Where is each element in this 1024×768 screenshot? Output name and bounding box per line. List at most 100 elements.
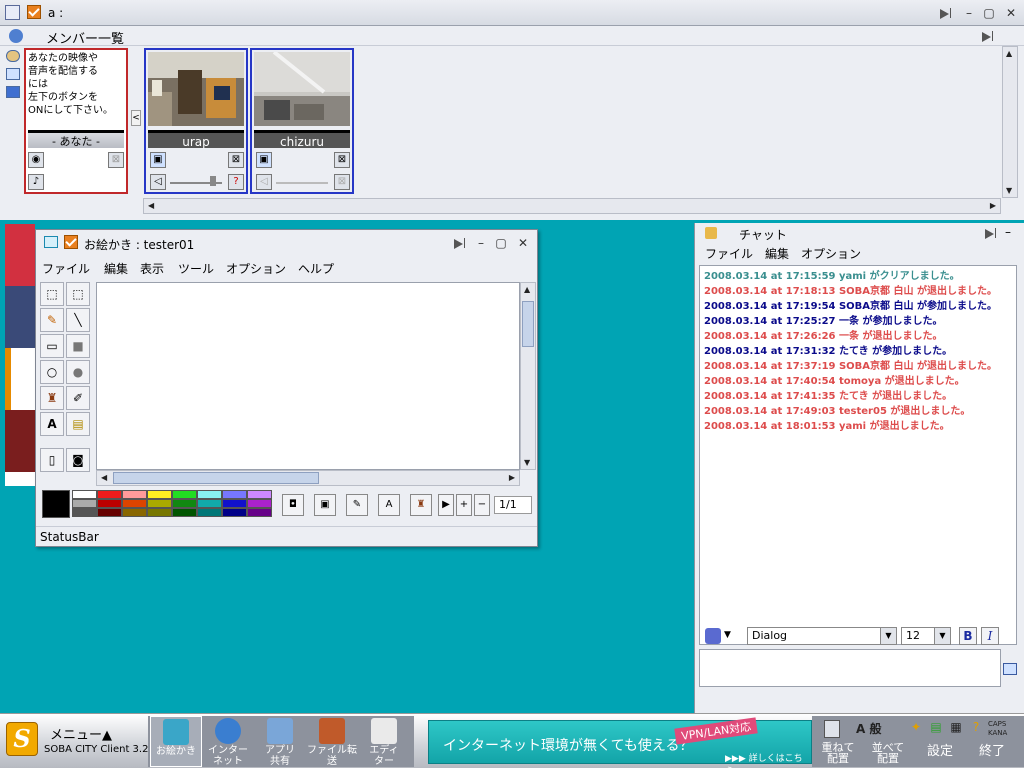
font-size-select[interactable]: 12 ▼ [901,627,951,645]
italic-button[interactable]: I [981,627,999,645]
camera-mode-icon[interactable] [6,50,20,62]
menu-view[interactable]: 表示 [140,260,164,277]
color-swatch[interactable] [97,490,122,499]
minimize-button[interactable]: – [472,234,490,252]
video-toggle-button[interactable]: ▣ [256,152,272,168]
settings-button[interactable]: 設定 [920,745,960,758]
fullscreen-icon[interactable]: ⊠ [228,152,244,168]
minimize-button[interactable]: – [1005,225,1011,239]
color-swatch[interactable] [172,499,197,508]
window-icon[interactable] [5,5,20,20]
color-swatch[interactable] [172,490,197,499]
color-swatch[interactable] [147,490,172,499]
member-horizontal-scrollbar[interactable]: ◀ ▶ [143,198,1001,214]
large-view-icon[interactable] [6,86,20,98]
checkbox-icon[interactable] [27,5,41,19]
color-swatch[interactable] [72,508,97,517]
chevron-down-icon[interactable]: ▼ [880,628,896,644]
stamp-tool-icon[interactable]: ♜ [40,386,64,410]
color-swatch[interactable] [97,508,122,517]
lasso-tool-icon[interactable]: ⬚ [66,282,90,306]
pencil-tool-icon[interactable]: ✎ [40,308,64,332]
detach-icon[interactable] [985,227,999,239]
color-swatch[interactable] [247,499,272,508]
bold-button[interactable]: B [959,627,977,645]
detach-icon[interactable] [982,30,996,42]
scroll-right-icon[interactable]: ▶ [509,473,515,482]
menu-options[interactable]: オプション [801,245,861,262]
color-swatch[interactable] [122,499,147,508]
menu-options[interactable]: オプション [226,260,286,277]
color-swatch[interactable] [172,508,197,517]
menu-tools[interactable]: ツール [178,260,214,277]
ime-indicator[interactable]: A 般 [856,720,896,738]
maximize-button[interactable]: ▢ [492,234,510,252]
close-button[interactable]: ✕ [1002,4,1020,22]
color-swatch[interactable] [222,508,247,517]
checkbox-icon[interactable] [64,235,78,249]
app-share-button[interactable]: アプリ 共有 [254,716,306,767]
camera-toggle-button[interactable]: ◉ [28,152,44,168]
color-swatch[interactable] [222,499,247,508]
menu-file[interactable]: ファイル [42,260,90,277]
chevron-down-icon[interactable]: ▼ [934,628,950,644]
mic-toggle-button[interactable]: ♪ [28,174,44,190]
chat-input-field[interactable] [699,649,1001,687]
scroll-down-icon[interactable]: ▼ [1006,186,1012,195]
capture-icon[interactable]: ◙ [66,448,90,472]
color-swatch[interactable] [97,499,122,508]
layer-icon[interactable]: ▣ [314,494,336,516]
color-swatch[interactable] [147,499,172,508]
color-swatch[interactable] [122,508,147,517]
volume-slider[interactable] [276,182,328,184]
pen-width-icon[interactable]: ✎ [346,494,368,516]
next-page-button[interactable]: ▶ [438,494,454,516]
ime-tool-icon[interactable]: ✦ [908,720,924,738]
maximize-button[interactable]: ▢ [980,4,998,22]
exit-button[interactable]: 終了 [972,745,1012,758]
ellipse-tool-icon[interactable]: ○ [40,360,64,384]
canvas-vertical-scrollbar[interactable]: ▲ ▼ [520,282,536,470]
detach-icon[interactable] [454,237,468,249]
line-tool-icon[interactable]: ╲ [66,308,90,332]
minimize-button[interactable]: – [960,4,978,22]
volume-slider-thumb[interactable] [210,176,216,186]
text-tool-icon[interactable]: A [40,412,64,436]
color-swatch[interactable] [247,508,272,517]
scroll-up-icon[interactable]: ▲ [1006,49,1012,58]
editor-app-button[interactable]: エディ ター [358,716,410,767]
dictionary-icon[interactable]: ▤ [928,720,944,738]
video-toggle-button[interactable]: ▣ [150,152,166,168]
eyedropper-tool-icon[interactable]: ✐ [66,386,90,410]
window-cascade-icon[interactable] [824,720,840,738]
stamp-settings-icon[interactable]: ♜ [410,494,432,516]
menu-file[interactable]: ファイル [705,245,753,262]
scroll-thumb[interactable] [522,301,534,347]
canvas-horizontal-scrollbar[interactable]: ◀ ▶ [96,470,520,486]
filled-ellipse-tool-icon[interactable]: ● [66,360,90,384]
collapse-button[interactable]: < [131,110,141,126]
scroll-left-icon[interactable]: ◀ [101,473,107,482]
help-icon[interactable]: ? [968,720,984,738]
color-swatch[interactable] [197,508,222,517]
fullscreen-icon[interactable]: ⊠ [334,174,350,190]
drawing-canvas[interactable] [96,282,520,470]
speaker-icon[interactable]: ◁ [150,174,166,190]
rectangle-tool-icon[interactable]: ▭ [40,334,64,358]
add-page-button[interactable]: + [456,494,472,516]
banner-more-link[interactable]: ▶▶▶ 詳しくはこちら [725,751,811,768]
keyboard-icon[interactable]: ▦ [948,720,964,738]
send-icon[interactable] [1003,663,1017,675]
color-swatch[interactable] [197,490,222,499]
cascade-button[interactable]: 重ねて 配置 [818,742,858,764]
tile-button[interactable]: 並べて 配置 [868,742,908,764]
color-swatch[interactable] [197,499,222,508]
scroll-right-icon[interactable]: ▶ [990,201,996,210]
scroll-thumb[interactable] [113,472,319,484]
scroll-up-icon[interactable]: ▲ [524,285,530,294]
emoticon-icon[interactable] [705,628,721,644]
font-settings-icon[interactable]: A [378,494,400,516]
fullscreen-icon[interactable]: ⊠ [108,152,124,168]
detach-icon[interactable] [940,7,954,19]
file-transfer-button[interactable]: ファイル転送 [306,716,358,767]
